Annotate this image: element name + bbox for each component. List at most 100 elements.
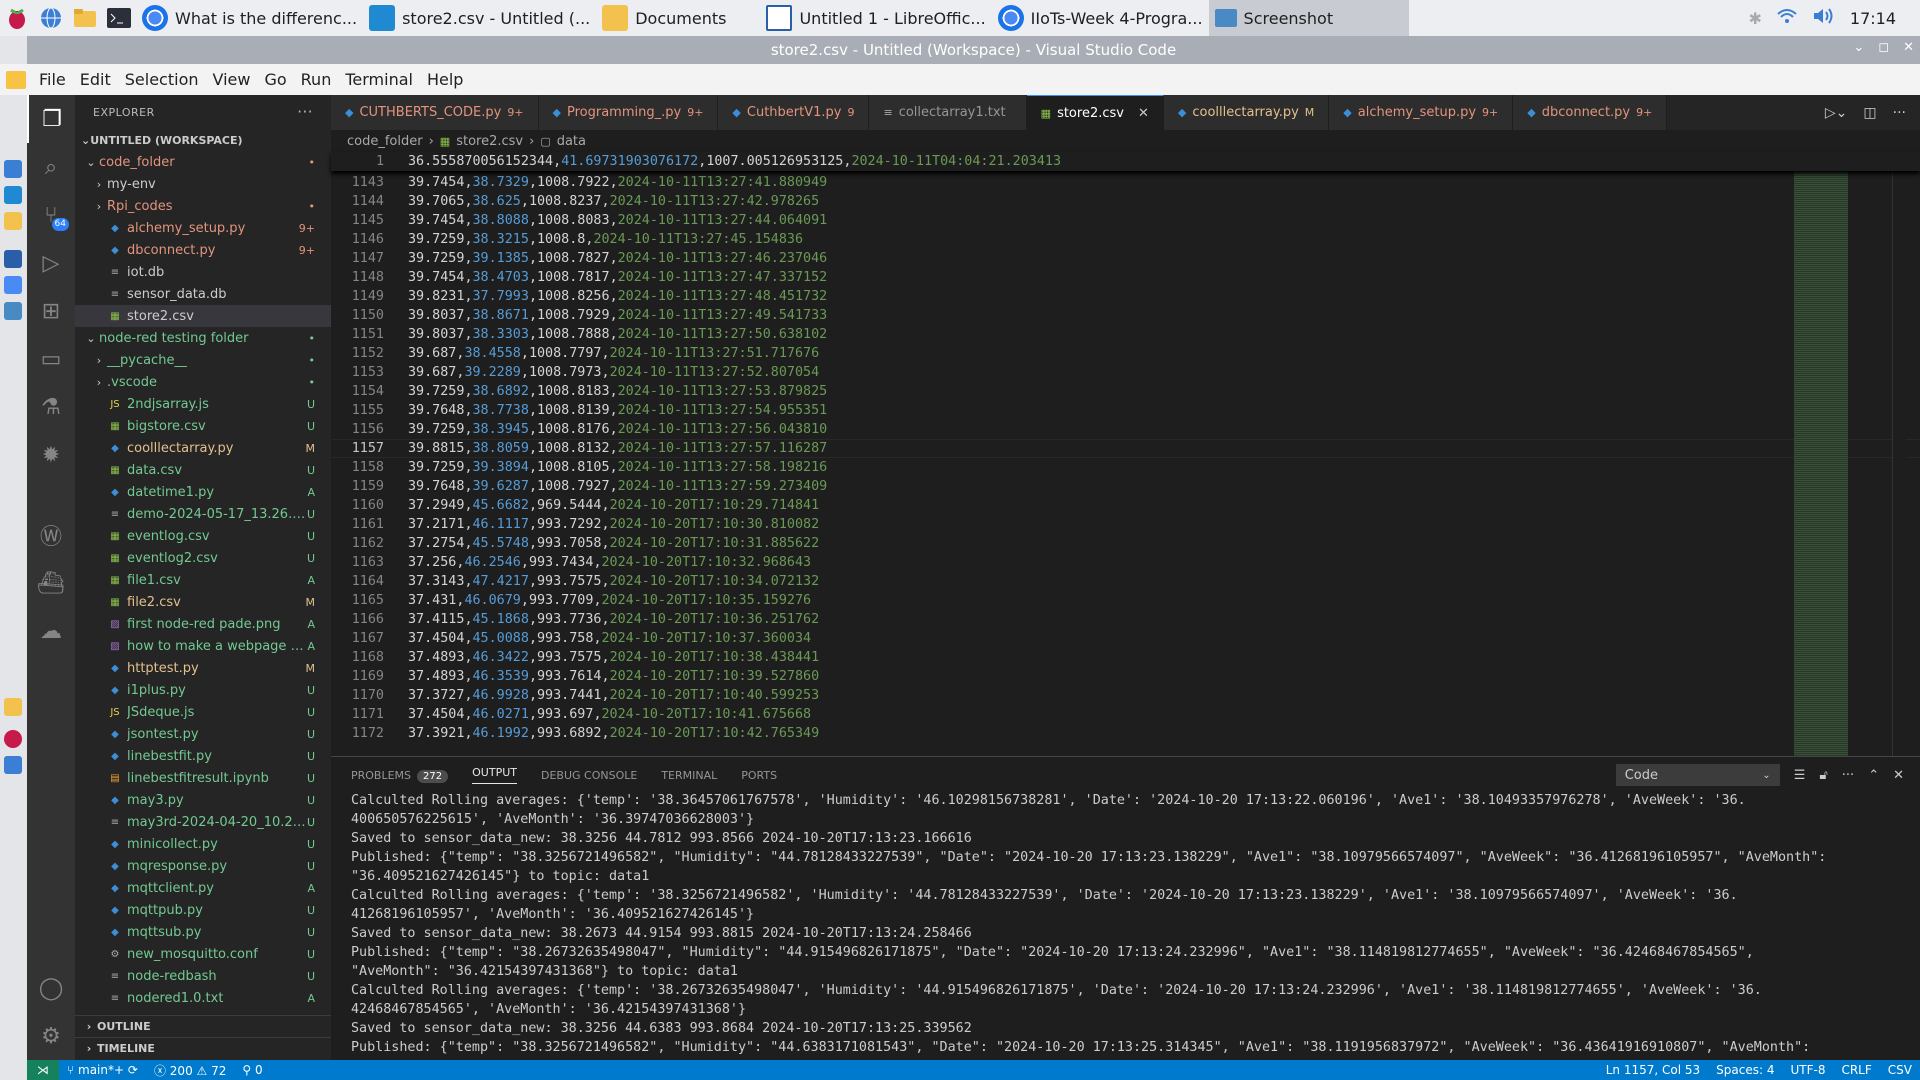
branch-status[interactable]: ⑂ main*+ ⟳ bbox=[59, 1063, 146, 1077]
code-line[interactable]: 1170 37.3727,46.9928,993.7441,2024-10-20T… bbox=[331, 686, 1920, 705]
cloud-icon[interactable]: ☁ bbox=[27, 607, 75, 655]
maximize-panel-icon[interactable]: ⌃ bbox=[1868, 768, 1879, 783]
close-panel-icon[interactable]: ✕ bbox=[1893, 768, 1904, 783]
tree-file[interactable]: ▨ first node-red pade.png A bbox=[75, 613, 331, 635]
code-line[interactable]: 1146 39.7259,38.3215,1008.8,2024-10-11T13… bbox=[331, 230, 1920, 249]
code-line[interactable]: 1149 39.8231,37.7993,1008.8256,2024-10-11… bbox=[331, 287, 1920, 306]
tree-file[interactable]: ◆ mqresponse.py U bbox=[75, 855, 331, 877]
language-mode[interactable]: CSV bbox=[1880, 1063, 1920, 1077]
tree-file[interactable]: ▦ data.csv U bbox=[75, 459, 331, 481]
tree-folder[interactable]: › my-env bbox=[75, 173, 331, 195]
code-line[interactable]: 1154 39.7259,38.6892,1008.8183,2024-10-11… bbox=[331, 382, 1920, 401]
menu-view[interactable]: View bbox=[206, 70, 258, 89]
remote-icon[interactable]: ⋊ bbox=[27, 1060, 59, 1080]
code-line[interactable]: 1171 37.4504,46.0271,993.697,2024-10-20T1… bbox=[331, 705, 1920, 724]
code-line[interactable]: 1167 37.4504,45.0088,993.758,2024-10-20T1… bbox=[331, 629, 1920, 648]
tree-folder[interactable]: › Rpi_codes • bbox=[75, 195, 331, 217]
settings-gear-icon[interactable]: ⚙ bbox=[27, 1012, 75, 1060]
code-line[interactable]: 1165 37.431,46.0679,993.7709,2024-10-20T1… bbox=[331, 591, 1920, 610]
cursor-position[interactable]: Ln 1157, Col 53 bbox=[1598, 1063, 1708, 1077]
tree-file[interactable]: ▦ file2.csv M bbox=[75, 591, 331, 613]
app-icon[interactable] bbox=[4, 276, 22, 294]
tree-file[interactable]: ≡ node-redbash U bbox=[75, 965, 331, 987]
extensions-icon[interactable]: ⊞ bbox=[27, 287, 75, 335]
code-line[interactable]: 1145 39.7454,38.8088,1008.8083,2024-10-11… bbox=[331, 211, 1920, 230]
taskbar-task-libreoffice[interactable]: Untitled 1 - LibreOffic... bbox=[760, 0, 991, 36]
breadcrumb-folder[interactable]: code_folder bbox=[347, 134, 423, 149]
tab-collectarray1-txt[interactable]: ≡ collectarray1.txt bbox=[869, 95, 1027, 130]
tree-file[interactable]: ◆ datetime1.py A bbox=[75, 481, 331, 503]
raspberry-icon[interactable] bbox=[4, 730, 22, 748]
tree-file[interactable]: ◆ alchemy_setup.py 9+ bbox=[75, 217, 331, 239]
minimize-icon[interactable]: ⌄ bbox=[1853, 40, 1864, 55]
tree-folder[interactable]: ⌄ node-red testing folder • bbox=[75, 327, 331, 349]
browser-launcher-icon[interactable] bbox=[34, 0, 68, 36]
wordpress-icon[interactable]: Ⓦ bbox=[27, 511, 75, 559]
tree-file[interactable]: ◆ mqttclient.py A bbox=[75, 877, 331, 899]
tab-terminal[interactable]: TERMINAL bbox=[661, 769, 717, 782]
code-line[interactable]: 1157 39.8815,38.8059,1008.8132,2024-10-11… bbox=[331, 439, 1920, 458]
more-actions-icon[interactable]: ··· bbox=[1842, 768, 1854, 783]
tab-ports[interactable]: PORTS bbox=[741, 769, 777, 782]
tab-programming-py[interactable]: ◆ Programming_.py 9+ bbox=[538, 95, 719, 130]
tab-store2-csv[interactable]: ▦ store2.csv ✕ bbox=[1026, 95, 1164, 130]
list-filter-icon[interactable]: ☰ bbox=[1794, 768, 1806, 783]
file-manager-launcher-icon[interactable] bbox=[68, 0, 102, 36]
tree-file[interactable]: ◆ may3.py U bbox=[75, 789, 331, 811]
tree-file[interactable]: ◆ dbconnect.py 9+ bbox=[75, 239, 331, 261]
folder-icon[interactable] bbox=[4, 212, 22, 230]
code-line[interactable]: 1159 39.7648,39.6287,1008.7927,2024-10-11… bbox=[331, 477, 1920, 496]
tree-file[interactable]: JS 2ndjsarray.js U bbox=[75, 393, 331, 415]
tree-file[interactable]: ▦ store2.csv bbox=[75, 305, 331, 327]
tree-file[interactable]: ⚙ new_mosquitto.conf U bbox=[75, 943, 331, 965]
code-line[interactable]: 1147 39.7259,39.1385,1008.7827,2024-10-11… bbox=[331, 249, 1920, 268]
tab-cuthberts-code-py[interactable]: ◆ CUTHBERTS_CODE.py 9+ bbox=[331, 95, 539, 130]
tree-file[interactable]: ◆ mqttsub.py U bbox=[75, 921, 331, 943]
tree-file[interactable]: ▦ file1.csv A bbox=[75, 569, 331, 591]
terminal-launcher-icon[interactable] bbox=[102, 0, 136, 36]
maximize-icon[interactable]: ◻ bbox=[1878, 40, 1889, 55]
code-line[interactable]: 1172 37.3921,46.1992,993.6892,2024-10-20T… bbox=[331, 724, 1920, 743]
output-log[interactable]: Calculted Rolling averages: {'temp': '38… bbox=[331, 793, 1920, 1059]
tab-debug-console[interactable]: DEBUG CONSOLE bbox=[541, 769, 637, 782]
more-actions-icon[interactable]: ··· bbox=[297, 103, 313, 121]
taskbar-task-chromium-2[interactable]: IIoTs-Week 4-Progra... bbox=[992, 0, 1209, 36]
taskbar-task-chromium[interactable]: What is the differenc... bbox=[136, 0, 363, 36]
code-line[interactable]: 1163 37.256,46.2546,993.7434,2024-10-20T1… bbox=[331, 553, 1920, 572]
tree-file[interactable]: ≡ nodered1.0.txt A bbox=[75, 987, 331, 1009]
tree-folder[interactable]: › .vscode • bbox=[75, 371, 331, 393]
code-line[interactable]: 1153 39.687,39.2289,1008.7973,2024-10-11T… bbox=[331, 363, 1920, 382]
source-control-icon[interactable]: ⑂ 64 bbox=[27, 191, 75, 239]
tab-alchemy-setup-py[interactable]: ◆ alchemy_setup.py 9+ bbox=[1329, 95, 1514, 130]
encoding[interactable]: UTF-8 bbox=[1782, 1063, 1833, 1077]
volume-icon[interactable] bbox=[1812, 6, 1836, 30]
tree-file[interactable]: ▦ eventlog2.csv U bbox=[75, 547, 331, 569]
tree-file[interactable]: JS JSdeque.js U bbox=[75, 701, 331, 723]
code-line[interactable]: 1161 37.2171,46.1117,993.7292,2024-10-20T… bbox=[331, 515, 1920, 534]
tab-dbconnect-py[interactable]: ◆ dbconnect.py 9+ bbox=[1513, 95, 1668, 130]
code-line[interactable]: 1152 39.687,38.4558,1008.7797,2024-10-11T… bbox=[331, 344, 1920, 363]
menu-edit[interactable]: Edit bbox=[73, 70, 118, 89]
close-icon[interactable]: ✕ bbox=[1903, 40, 1914, 55]
tree-file[interactable]: ▦ eventlog.csv U bbox=[75, 525, 331, 547]
code-editor[interactable]: 1 36.555870056152344,41.69731903076172,1… bbox=[331, 152, 1920, 756]
taskbar-task-documents[interactable]: Documents bbox=[596, 0, 732, 36]
menu-selection[interactable]: Selection bbox=[118, 70, 206, 89]
explorer-icon[interactable]: ❐ bbox=[27, 95, 75, 143]
menu-file[interactable]: File bbox=[32, 70, 73, 89]
ports-status[interactable]: ⚲ 0 bbox=[234, 1063, 270, 1077]
outline-section[interactable]: › OUTLINE bbox=[75, 1015, 331, 1037]
breadcrumb-symbol[interactable]: data bbox=[557, 134, 586, 149]
code-line[interactable]: 1166 37.4115,45.1868,993.7736,2024-10-20T… bbox=[331, 610, 1920, 629]
testing-icon[interactable]: ⚗ bbox=[27, 383, 75, 431]
more-actions-icon[interactable]: ··· bbox=[1893, 105, 1906, 121]
tree-file[interactable]: ≡ may3rd-2024-04-20_10.23.12....U bbox=[75, 811, 331, 833]
timeline-section[interactable]: › TIMELINE bbox=[75, 1037, 331, 1059]
tab-output[interactable]: OUTPUT bbox=[472, 766, 517, 784]
code-line[interactable]: 1143 39.7454,38.7329,1008.7922,2024-10-11… bbox=[331, 173, 1920, 192]
workspace-header[interactable]: ⌄ UNTITLED (WORKSPACE) bbox=[75, 129, 331, 151]
close-tab-icon[interactable]: ✕ bbox=[1138, 106, 1149, 121]
wifi-icon[interactable] bbox=[1776, 7, 1798, 29]
menu-go[interactable]: Go bbox=[257, 70, 293, 89]
tree-file[interactable]: ≡ sensor_data.db bbox=[75, 283, 331, 305]
